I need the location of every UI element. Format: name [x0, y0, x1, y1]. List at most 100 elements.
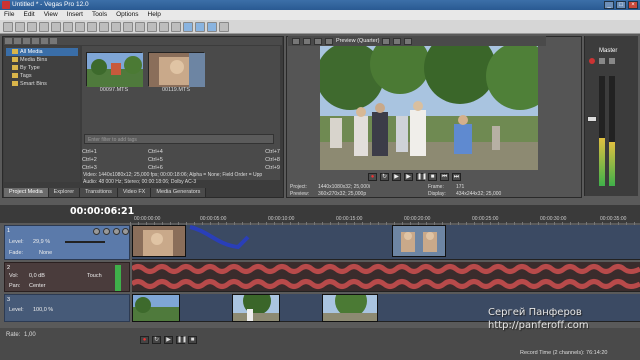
level-value: 29,9 % [33, 239, 51, 245]
menu-insert[interactable]: Insert [67, 10, 83, 20]
maximize-button[interactable]: □ [616, 1, 626, 9]
import-media-icon[interactable] [5, 38, 12, 44]
video-clip[interactable] [392, 225, 446, 257]
folder-icon [12, 49, 18, 54]
play-button[interactable]: ▶ [164, 336, 173, 344]
master-volume-fader[interactable] [587, 116, 597, 122]
selection-tool-icon[interactable] [207, 21, 217, 32]
tab-media-generators[interactable]: Media Generators [151, 188, 207, 197]
master-mute-icon[interactable] [599, 58, 605, 64]
tree-item-by-type[interactable]: By Type [6, 64, 78, 72]
preview-fx-icon[interactable] [314, 37, 322, 45]
mixer-icon[interactable] [147, 21, 157, 32]
properties-icon[interactable] [39, 21, 49, 32]
opacity-envelope[interactable] [188, 225, 258, 257]
video-clip[interactable] [322, 294, 378, 322]
close-button[interactable]: × [628, 1, 638, 9]
save-icon[interactable] [27, 21, 37, 32]
audio-track-lane[interactable] [130, 262, 640, 292]
copy-snapshot-icon[interactable] [393, 37, 402, 45]
pause-button[interactable]: ❚❚ [416, 173, 427, 181]
video-clip[interactable] [132, 294, 180, 322]
cut-icon[interactable] [63, 21, 73, 32]
go-to-end-button[interactable]: ⏭ [452, 173, 461, 181]
overlays-icon[interactable] [382, 37, 391, 45]
explorer-icon[interactable] [123, 21, 133, 32]
audio-track-header[interactable]: 2 Vol: 0,0 dB Touch Pan: Center [4, 262, 130, 292]
play-button[interactable]: ▶ [404, 173, 413, 181]
remove-media-icon[interactable] [32, 38, 39, 44]
rate-label: Rate: [6, 332, 21, 338]
capture-video-icon[interactable] [14, 38, 21, 44]
master-solo-icon[interactable] [609, 58, 615, 64]
record-button[interactable]: ● [368, 173, 377, 181]
pause-button[interactable]: ❚❚ [176, 336, 187, 344]
stop-button[interactable]: ■ [188, 336, 197, 344]
preview-res-value: 360x270x32; 25,000p [318, 191, 367, 197]
open-icon[interactable] [15, 21, 25, 32]
menu-options[interactable]: Options [116, 10, 138, 20]
menu-file[interactable]: File [4, 10, 14, 20]
undo-icon[interactable] [99, 21, 109, 32]
copy-icon[interactable] [75, 21, 85, 32]
solo-icon[interactable] [122, 228, 129, 235]
media-fx-icon[interactable] [41, 38, 48, 44]
channel-shortcuts: Ctrl+1 Ctrl+4 Ctrl+7 Ctrl+2 Ctrl+5 Ctrl+8 Ct… [82, 148, 280, 172]
loop-button[interactable]: ↻ [152, 336, 161, 344]
menu-view[interactable]: View [44, 10, 58, 20]
tree-item-all-media[interactable]: All Media [6, 48, 78, 56]
thumbnail-label: 00119.MTS [161, 87, 191, 93]
video-track-header[interactable]: 1 Level: 29,9 % Fade: None [4, 225, 130, 260]
tree-item-media-bins[interactable]: Media Bins [6, 56, 78, 64]
shortcut-label: Ctrl+1 [82, 149, 97, 155]
video-clip[interactable] [132, 225, 186, 257]
play-from-start-button[interactable]: ▶ [392, 173, 401, 181]
trimmer-icon[interactable] [159, 21, 169, 32]
menu-edit[interactable]: Edit [23, 10, 34, 20]
render-icon[interactable] [51, 21, 61, 32]
project-properties-icon[interactable] [292, 37, 300, 45]
fade-value[interactable]: None [39, 250, 52, 256]
record-button[interactable]: ● [140, 336, 149, 344]
preview-quality-dropdown[interactable]: Preview (Quarter) [336, 38, 379, 44]
master-fx-icon[interactable] [589, 58, 595, 64]
menu-help[interactable]: Help [148, 10, 161, 20]
loop-button[interactable]: ↻ [380, 173, 389, 181]
minimize-button[interactable]: _ [604, 1, 614, 9]
media-thumbnail[interactable] [86, 52, 143, 87]
track-motion-icon[interactable] [93, 228, 100, 235]
tree-item-tags[interactable]: Tags [6, 72, 78, 80]
tab-explorer[interactable]: Explorer [48, 188, 81, 197]
media-filter-input[interactable]: Enter filter to add tags [84, 134, 274, 144]
tab-transitions[interactable]: Transitions [80, 188, 118, 197]
window-docking-tabs: Project Media Explorer Transitions Video… [4, 188, 284, 197]
master-meter-left [599, 76, 605, 186]
fx-icon[interactable] [135, 21, 145, 32]
external-monitor-icon[interactable] [303, 37, 311, 45]
tree-item-smart-bins[interactable]: Smart Bins [6, 80, 78, 88]
new-project-icon[interactable] [3, 21, 13, 32]
video-clip[interactable] [232, 294, 280, 322]
help-icon[interactable] [219, 21, 229, 32]
split-screen-icon[interactable] [325, 37, 333, 45]
save-snapshot-icon[interactable] [404, 37, 413, 45]
menu-tools[interactable]: Tools [92, 10, 107, 20]
media-thumbnail[interactable] [148, 52, 205, 87]
capture-icon[interactable] [171, 21, 181, 32]
track-fx-icon[interactable] [103, 228, 110, 235]
go-to-start-button[interactable]: ⏮ [440, 173, 449, 181]
video-track-2-header[interactable]: 3 Level: 100,0 % [4, 294, 130, 322]
views-icon[interactable] [50, 38, 57, 44]
level-slider[interactable] [65, 241, 105, 243]
tab-project-media[interactable]: Project Media [4, 188, 49, 197]
tab-video-fx[interactable]: Video FX [117, 188, 152, 197]
automation-mode[interactable]: Touch [87, 273, 102, 279]
envelope-tool-icon[interactable] [195, 21, 205, 32]
paste-icon[interactable] [87, 21, 97, 32]
stop-button[interactable]: ■ [428, 173, 437, 181]
mute-icon[interactable] [113, 228, 120, 235]
video-track-lane[interactable] [132, 225, 640, 260]
normal-edit-tool-icon[interactable] [183, 21, 193, 32]
redo-icon[interactable] [111, 21, 121, 32]
get-media-icon[interactable] [23, 38, 30, 44]
